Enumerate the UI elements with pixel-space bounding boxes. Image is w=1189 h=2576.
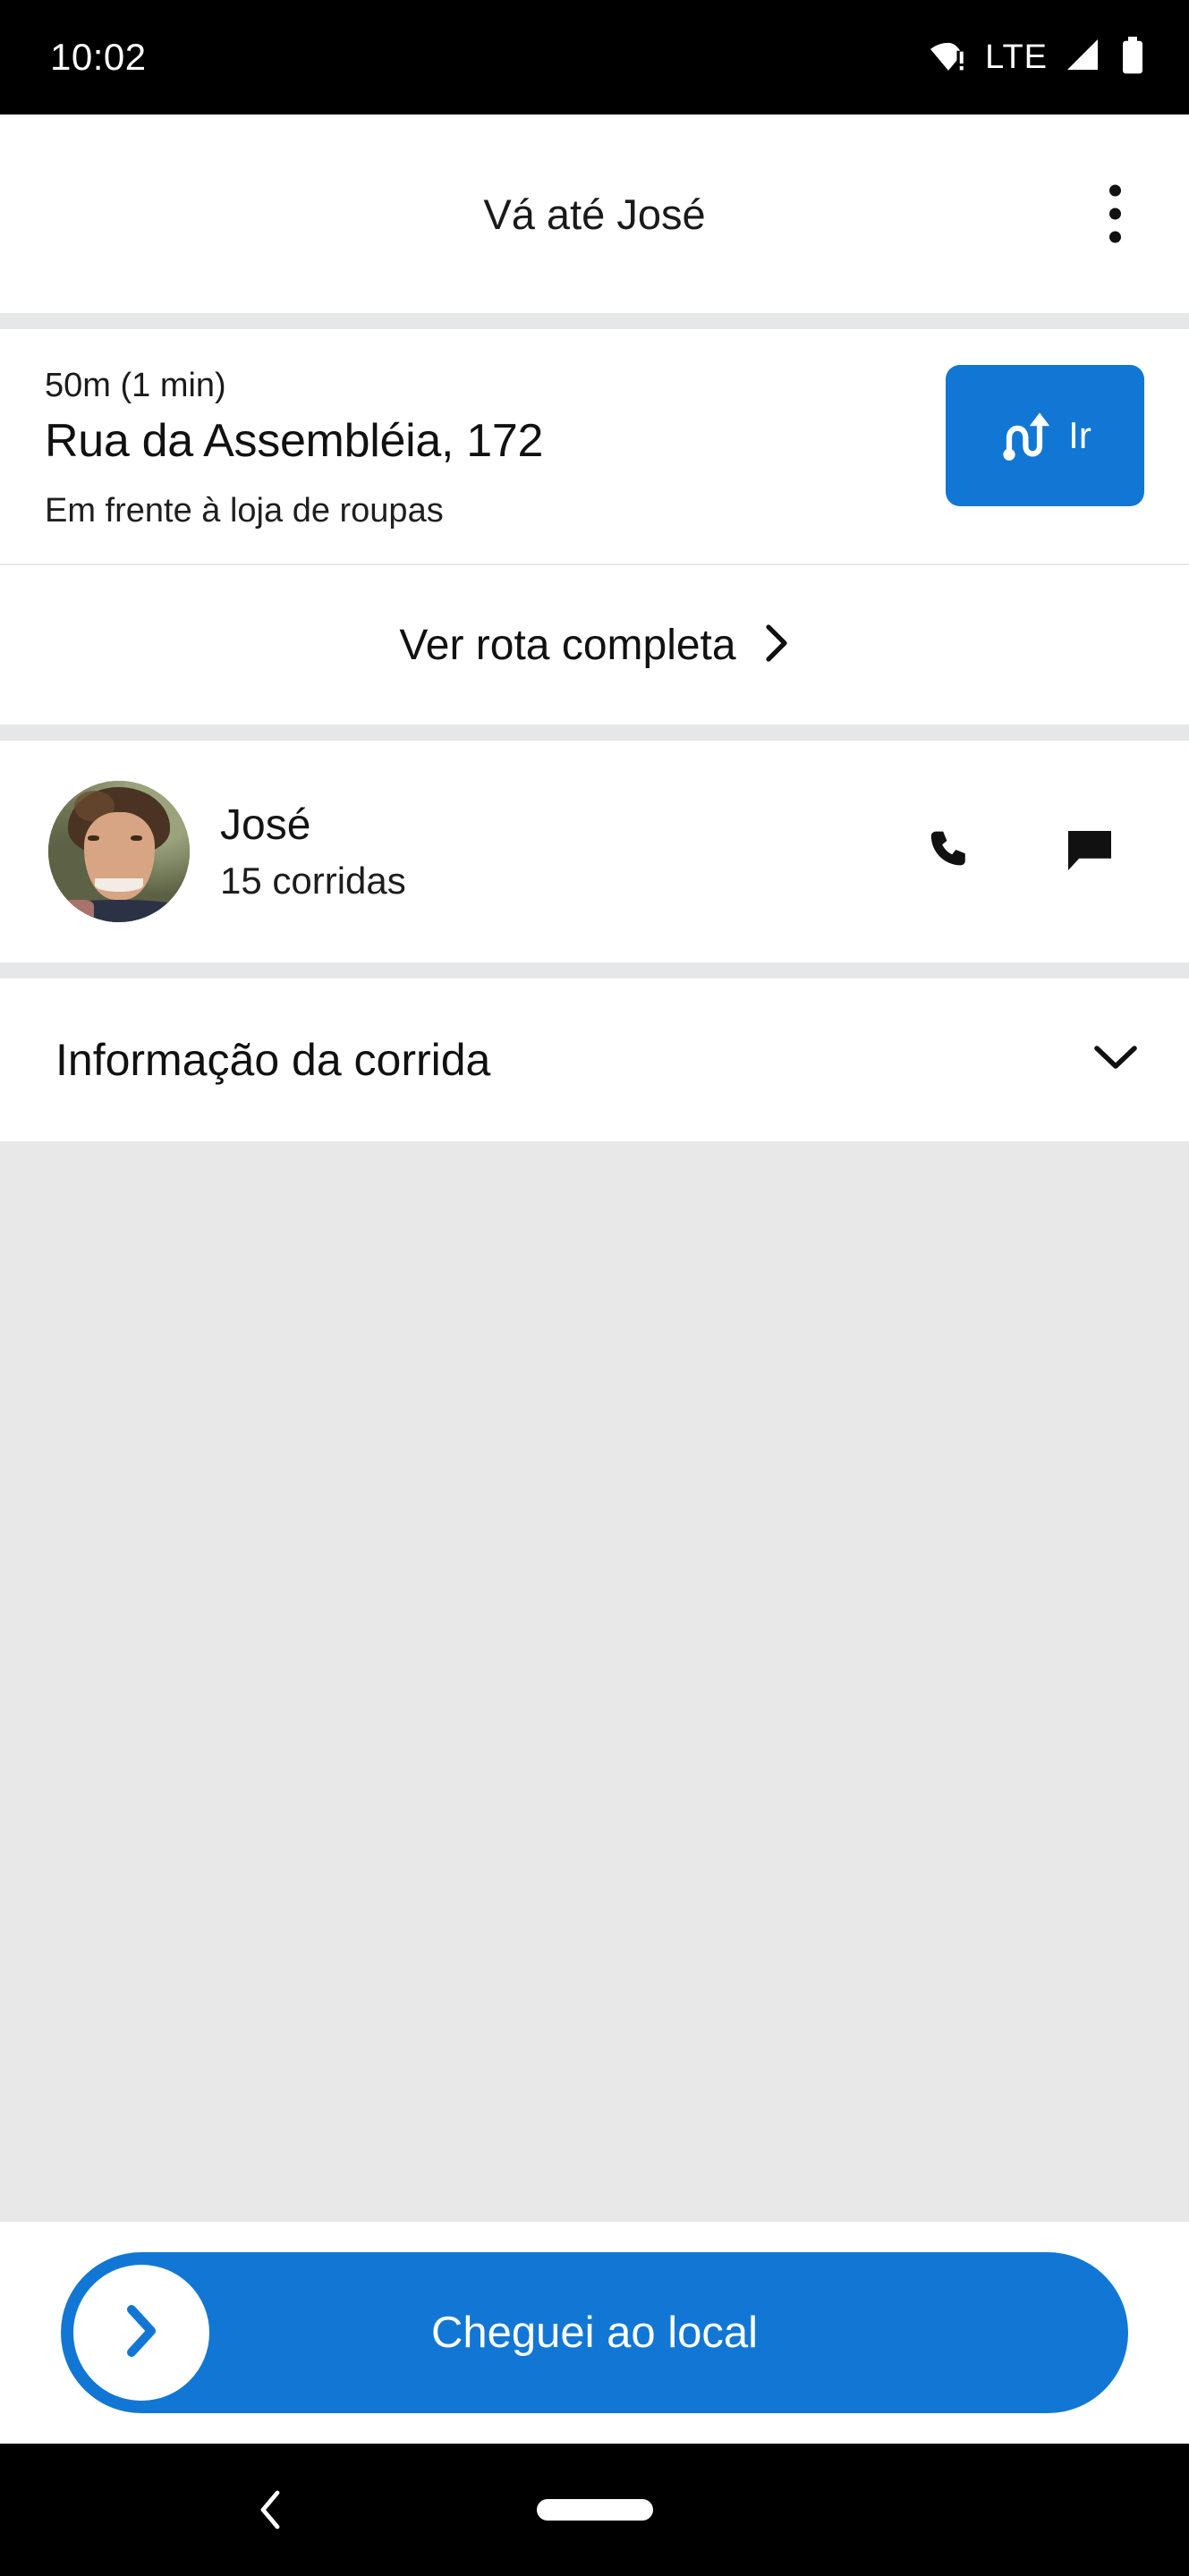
destination-address: Rua da Assembléia, 172	[45, 414, 544, 467]
chevron-right-icon	[123, 2303, 160, 2363]
rider-info: José 15 corridas	[220, 801, 881, 902]
ride-info-accordion[interactable]: Informação da corrida	[0, 979, 1189, 1142]
route-navigate-icon	[998, 409, 1054, 463]
network-type-label: LTE	[985, 38, 1048, 76]
avatar[interactable]	[48, 781, 190, 923]
app-header: Vá até José	[0, 114, 1189, 313]
kebab-dot	[1109, 231, 1121, 243]
status-bar-icons: LTE	[928, 36, 1146, 79]
kebab-dot	[1109, 184, 1121, 197]
chevron-left-icon[interactable]	[240, 2470, 301, 2549]
navigation-details: 50m (1 min) Rua da Assembléia, 172 Em fr…	[45, 361, 543, 533]
status-bar-clock: 10:02	[50, 36, 147, 78]
ride-info-label: Informação da corrida	[55, 1035, 491, 1086]
map-placeholder[interactable]	[0, 1141, 1189, 2222]
wifi-warning-icon	[928, 38, 969, 78]
system-navigation-bar	[0, 2444, 1189, 2576]
landmark-hint: Em frente à loja de roupas	[45, 491, 444, 530]
view-full-route-row[interactable]: Ver rota completa	[0, 565, 1189, 725]
go-navigate-button[interactable]: Ir	[946, 365, 1144, 506]
chat-bubble-icon	[1064, 826, 1116, 878]
go-button-label: Ir	[1068, 414, 1091, 456]
arrived-slider-button[interactable]: Cheguei ao local	[61, 2252, 1128, 2413]
more-vertical-icon[interactable]	[1093, 169, 1137, 259]
battery-full-icon	[1119, 36, 1146, 79]
section-separator	[0, 724, 1189, 741]
rider-trip-count: 15 corridas	[220, 859, 406, 902]
call-rider-button[interactable]	[912, 813, 987, 891]
chevron-right-icon	[763, 623, 790, 668]
section-separator	[0, 962, 1189, 979]
arrived-button-label: Cheguei ao local	[430, 2309, 759, 2357]
eta-distance-label: 50m (1 min)	[45, 367, 226, 404]
section-separator	[0, 313, 1189, 329]
rider-actions	[912, 813, 1137, 891]
view-full-route-label: Ver rota completa	[399, 621, 736, 669]
page-title: Vá até José	[483, 190, 706, 238]
slider-knob[interactable]	[73, 2265, 209, 2401]
home-pill-icon[interactable]	[536, 2499, 653, 2521]
cta-bar: Cheguei ao local	[0, 2222, 1189, 2444]
kebab-dot	[1109, 208, 1121, 220]
status-bar: 10:02 LTE	[0, 0, 1189, 114]
rider-row: José 15 corridas	[0, 741, 1189, 963]
rider-name: José	[220, 801, 311, 849]
cellular-signal-icon	[1064, 38, 1103, 78]
chevron-down-icon	[1092, 1043, 1139, 1078]
phone-icon	[924, 826, 974, 878]
phone-screen: 10:02 LTE Vá até José 50m (1 min) Rua da…	[0, 0, 1189, 2576]
navigation-card: 50m (1 min) Rua da Assembléia, 172 Em fr…	[0, 329, 1189, 564]
message-rider-button[interactable]	[1051, 813, 1128, 891]
